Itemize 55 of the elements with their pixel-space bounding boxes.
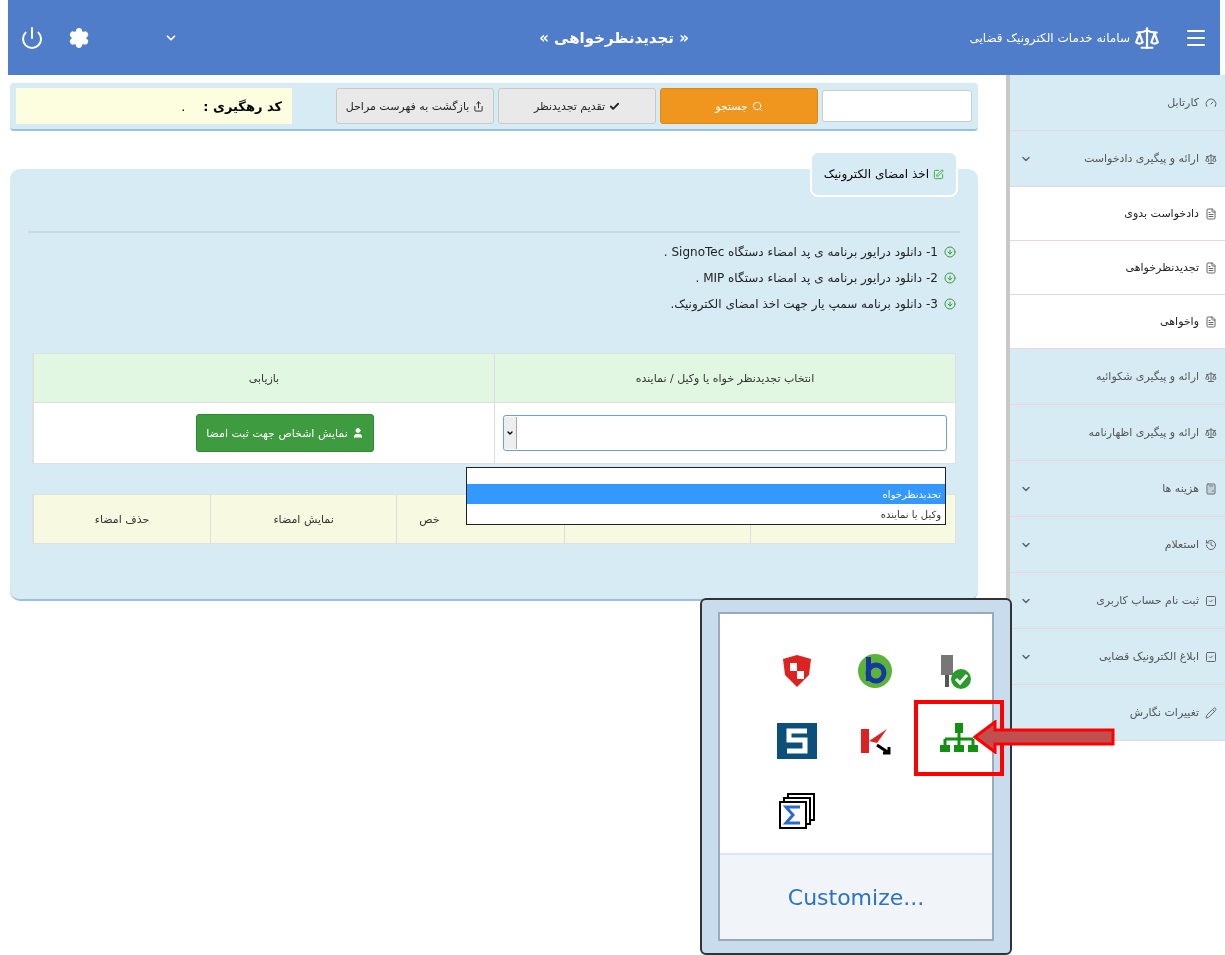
column-header: بازیابی xyxy=(33,354,494,402)
scales-logo-icon xyxy=(1134,24,1160,51)
download-icon xyxy=(944,246,956,258)
calculator-icon xyxy=(1205,482,1217,495)
column-header: حذف امضاء xyxy=(33,495,210,543)
panel-tab[interactable]: اخذ امضای الکترونیک xyxy=(809,151,958,197)
search-icon xyxy=(751,100,763,112)
sidebar-subitem[interactable]: دادخواست بدوی xyxy=(1010,187,1225,241)
tracking-code-value: . xyxy=(181,98,186,114)
page-title: « تجدیدنظرخواهی » xyxy=(538,28,690,47)
network-icon[interactable] xyxy=(939,721,979,755)
show-persons-button[interactable]: نمایش اشخاص جهت ثبت امضا xyxy=(196,414,374,452)
sidebar-item[interactable]: هزینه ها xyxy=(1010,461,1225,517)
dashboard-icon xyxy=(1205,96,1217,109)
caret-icon xyxy=(506,429,514,437)
settings-icon[interactable] xyxy=(68,26,90,49)
download-link[interactable]: 2- دانلود درایور برنامه ی پد امضاء دستگاه MIP . xyxy=(695,271,938,285)
user-icon xyxy=(351,427,364,439)
scales-icon xyxy=(1205,370,1217,383)
document-icon xyxy=(1205,315,1217,328)
search-field[interactable] xyxy=(822,90,972,122)
column-header: انتخاب تجدیدنظر خواه یا وکیل / نماینده xyxy=(494,354,955,402)
arrow-icon xyxy=(473,100,485,112)
history-icon xyxy=(1205,538,1217,551)
scales-icon xyxy=(1205,426,1217,439)
download-link[interactable]: 1- دانلود درایور برنامه ی پد امضاء دستگاه SignoTec . xyxy=(663,245,938,259)
scales-icon xyxy=(1205,152,1217,165)
customize-link[interactable]: Customize... xyxy=(787,884,925,910)
download-link[interactable]: 3- دانلود برنامه سمپ یار جهت اخذ امضای الکترونیک. xyxy=(670,297,938,311)
s-logo-icon[interactable] xyxy=(777,723,817,759)
back-button[interactable]: بازگشت به فهرست مراحل xyxy=(336,88,494,124)
column-header: نمایش امضاء xyxy=(209,495,397,543)
person-select[interactable] xyxy=(503,415,947,451)
sigma-windows-icon[interactable] xyxy=(778,792,816,830)
sidebar-item[interactable]: ارائه و پیگیری شکوائیه xyxy=(1010,349,1225,405)
submit-button[interactable]: تقدیم تجدیدنظر xyxy=(498,88,656,124)
checkbox-icon xyxy=(1205,650,1217,663)
app-title: سامانه خدمات الکترونیک قضایی xyxy=(969,30,1130,45)
document-icon xyxy=(1205,261,1217,274)
download-icon xyxy=(944,272,956,284)
sidebar-item[interactable]: استعلام xyxy=(1010,517,1225,573)
document-icon xyxy=(1205,207,1217,220)
k-logo-icon[interactable] xyxy=(859,727,891,755)
sidebar-subitem[interactable]: واخواهی xyxy=(1010,295,1225,349)
globe-icon[interactable] xyxy=(856,653,894,689)
tracking-code-label: کد رهگیری : xyxy=(203,98,282,114)
sidebar-item[interactable]: کارتابل xyxy=(1010,75,1225,131)
download-icon xyxy=(944,298,956,310)
check-icon xyxy=(609,100,621,112)
sidebar-subitem[interactable]: تجدیدنظرخواهی xyxy=(1010,241,1225,295)
pencil-icon xyxy=(1205,706,1217,719)
power-icon[interactable] xyxy=(20,25,44,50)
edit-icon xyxy=(933,168,944,180)
sidebar-item[interactable]: ارائه و پیگیری اظهارنامه xyxy=(1010,405,1225,461)
checkbox-icon xyxy=(1205,594,1217,607)
